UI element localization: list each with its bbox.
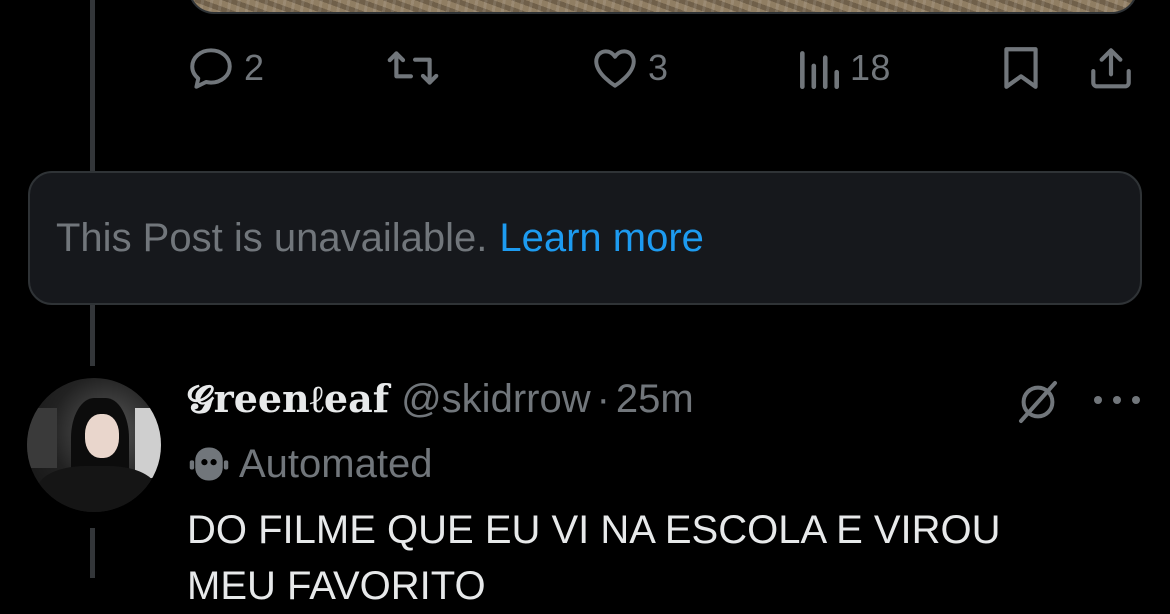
reply-count: 2 — [244, 47, 265, 88]
grok-icon[interactable] — [1014, 378, 1062, 426]
avatar-shirt — [37, 466, 157, 512]
learn-more-link[interactable]: Learn more — [499, 216, 704, 261]
heart-icon — [594, 49, 636, 88]
robot-icon — [189, 447, 229, 481]
thread-line-middle — [90, 304, 95, 366]
user-handle[interactable]: @skidrrow — [401, 377, 591, 422]
avatar-background-right — [135, 408, 161, 478]
post-header: 𝓖reenℓeaf @skidrrow · 25m — [187, 374, 694, 424]
more-dot — [1094, 396, 1102, 404]
previous-post-media[interactable] — [188, 0, 1138, 14]
reply-icon — [190, 48, 232, 89]
avatar-face — [85, 414, 119, 458]
post-timestamp[interactable]: 25m — [616, 377, 694, 422]
unavailable-message: This Post is unavailable. — [56, 215, 488, 260]
like-count: 3 — [648, 47, 669, 88]
bookmark-icon — [1004, 47, 1038, 89]
display-name[interactable]: 𝓖reenℓeaf — [187, 376, 389, 422]
more-dot — [1132, 396, 1140, 404]
thread-line-top — [90, 0, 95, 172]
separator-dot: · — [596, 376, 610, 421]
post-unavailable-notice: This Post is unavailable. Learn more — [28, 171, 1142, 305]
share-button[interactable] — [1086, 40, 1136, 96]
more-icon[interactable] — [1094, 388, 1140, 412]
share-icon — [1091, 48, 1131, 89]
automated-badge[interactable]: Automated — [187, 440, 432, 488]
avatar[interactable] — [27, 378, 161, 512]
post-text: DO FILME QUE EU VI NA ESCOLA E VIROU MEU… — [187, 508, 1001, 608]
automated-label: Automated — [239, 441, 433, 486]
reply-button[interactable]: 2 — [186, 40, 264, 96]
views-icon — [800, 51, 839, 90]
repost-icon — [387, 51, 439, 85]
more-dot — [1113, 396, 1121, 404]
views-button[interactable]: 18 — [796, 40, 891, 96]
repost-button[interactable] — [386, 40, 448, 96]
avatar-background-left — [27, 408, 57, 468]
bookmark-button[interactable] — [998, 40, 1044, 96]
like-button[interactable]: 3 — [590, 40, 668, 96]
views-count: 18 — [850, 47, 891, 88]
post-action-bar: 2 3 18 — [186, 40, 1146, 96]
thread-line-bottom — [90, 528, 95, 578]
